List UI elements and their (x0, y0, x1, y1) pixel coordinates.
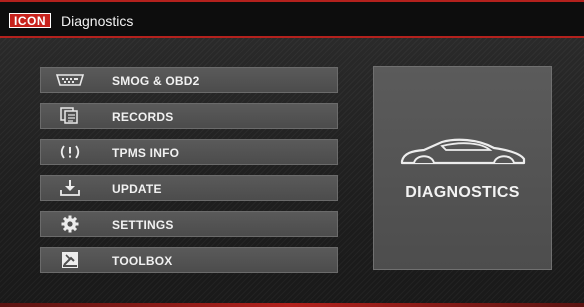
download-icon (55, 178, 85, 198)
menu-item-settings[interactable]: SETTINGS (40, 211, 338, 237)
diagnostics-tile[interactable]: DIAGNOSTICS (373, 66, 552, 270)
menu-item-label: SMOG & OBD2 (112, 74, 200, 88)
car-icon (398, 137, 528, 178)
menu-item-label: RECORDS (112, 110, 174, 124)
toolbox-icon (55, 250, 85, 270)
page-title: Diagnostics (61, 13, 134, 29)
menu-item-label: TOOLBOX (112, 254, 173, 268)
tpms-icon (55, 142, 85, 162)
bottom-accent-line (0, 303, 584, 307)
menu-item-tpms-info[interactable]: TPMS INFO (40, 139, 338, 165)
menu-item-toolbox[interactable]: TOOLBOX (40, 247, 338, 273)
menu-item-label: TPMS INFO (112, 146, 180, 160)
obd-connector-icon (55, 70, 85, 90)
menu-item-update[interactable]: UPDATE (40, 175, 338, 201)
menu-item-smog-obd2[interactable]: SMOG & OBD2 (40, 67, 338, 93)
title-bar: ICON Diagnostics (0, 0, 584, 38)
menu-item-label: SETTINGS (112, 218, 174, 232)
menu-item-label: UPDATE (112, 182, 162, 196)
menu-item-records[interactable]: RECORDS (40, 103, 338, 129)
gear-icon (55, 214, 85, 234)
records-icon (55, 106, 85, 126)
icon-logo: ICON (9, 13, 51, 28)
diagnostics-label: DIAGNOSTICS (405, 184, 520, 201)
